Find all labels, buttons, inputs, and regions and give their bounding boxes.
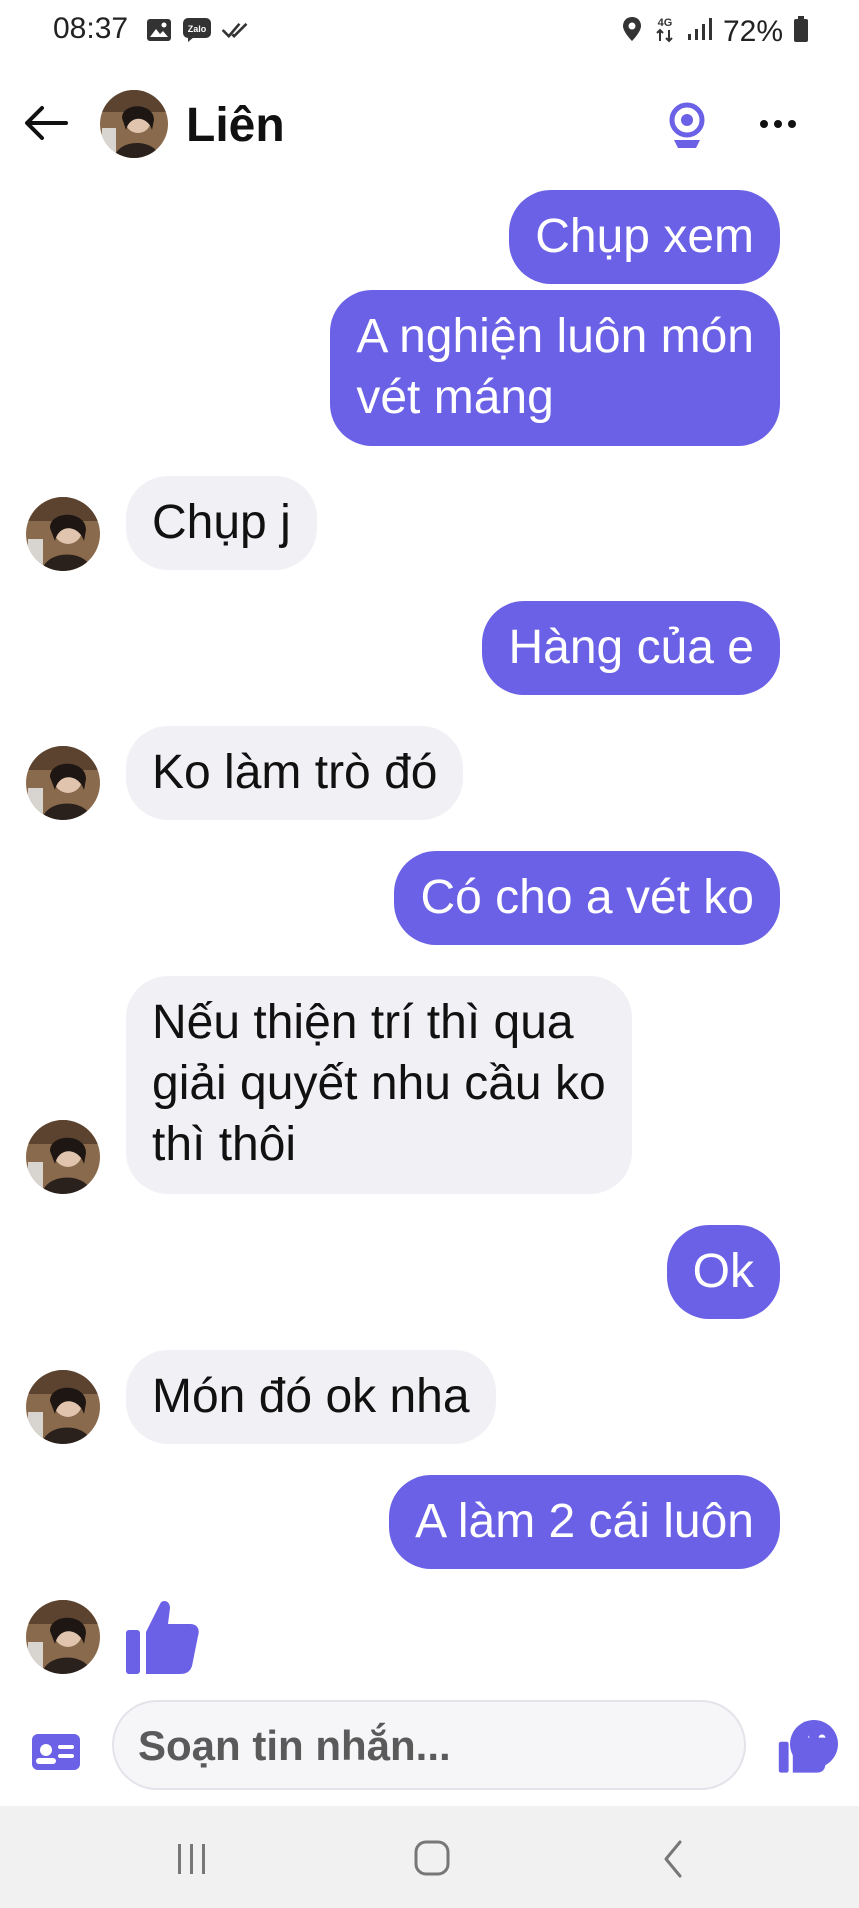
status-notification-icons: Zalo [144,16,250,44]
4g-icon: 4G [653,14,677,49]
message-text-line: thì thôi [152,1118,297,1171]
recent-apps-icon [178,1844,205,1874]
status-time: 08:37 [53,12,129,45]
sender-avatar[interactable] [26,746,100,820]
message-bubble-incoming[interactable]: Chụp j [126,476,317,570]
back-icon [664,1840,682,1878]
message-text: A làm 2 cái luôn [415,1495,754,1548]
sender-avatar[interactable] [26,1370,100,1444]
message-bubble-outgoing[interactable]: Ok [666,1225,780,1319]
message-composer [0,1700,859,1806]
svg-text:4G: 4G [658,17,673,29]
gallery-icon [144,16,174,44]
message-text: Ko làm trò đó [152,746,438,799]
video-call-button[interactable] [662,98,712,150]
message-bubble-incoming[interactable]: Nếu thiện trí thì qua giải quyết nhu cầu… [126,976,632,1194]
message-bubble-incoming[interactable]: Ko làm trò đó [126,726,464,820]
message-text-line: Nếu thiện trí thì qua [152,996,574,1049]
message-text: Chụp j [152,496,291,549]
contact-name[interactable]: Liên [186,98,285,153]
message-bubble-outgoing[interactable]: A nghiện luôn món vét máng [330,290,780,446]
contact-card-button[interactable] [30,1730,82,1774]
sender-avatar[interactable] [26,1600,100,1674]
message-bubble-outgoing[interactable]: Có cho a vét ko [394,851,780,945]
thumbs-up-icon[interactable] [124,1596,200,1676]
location-icon [621,15,643,48]
check-icon [220,16,250,44]
zalo-icon: Zalo [182,16,212,44]
message-text: Hàng của e [508,621,754,674]
battery-percentage: 72% [722,14,783,48]
chat-header: Liên [0,62,859,182]
message-text: Chụp xem [535,210,754,263]
message-text: Ok [692,1245,754,1298]
back-arrow-icon [25,106,68,140]
back-button[interactable] [22,99,70,147]
message-input-container[interactable] [112,1700,838,1790]
sender-avatar[interactable] [26,1120,100,1194]
message-bubble-outgoing[interactable]: A làm 2 cái luôn [389,1475,780,1569]
recent-apps-button[interactable] [162,1836,222,1882]
message-text: Món đó ok nha [152,1370,470,1423]
system-back-button[interactable] [644,1836,704,1882]
home-icon [414,1840,450,1876]
status-bar: 08:37 Zalo 4G 72% [0,0,859,62]
message-text-line: vét máng [356,371,554,424]
signal-icon [687,16,713,47]
message-bubble-outgoing[interactable]: Hàng của e [482,601,780,695]
video-call-icon [669,102,705,148]
message-input[interactable] [138,1718,638,1774]
message-text-line: A nghiện luôn món [356,310,754,363]
message-text: Có cho a vét ko [420,871,754,924]
more-options-button[interactable] [754,106,802,142]
home-button[interactable] [402,1836,462,1882]
svg-text:Zalo: Zalo [188,24,207,34]
send-like-button[interactable] [776,1718,832,1774]
more-dots-icon [760,120,796,128]
system-navigation-bar [0,1806,859,1908]
battery-icon [793,15,809,48]
thumbs-up-icon [778,1721,830,1773]
contact-avatar[interactable] [100,90,168,158]
message-text-line: giải quyết nhu cầu ko [152,1057,606,1110]
sender-avatar[interactable] [26,497,100,571]
status-system-icons: 4G 72% [621,14,809,49]
contact-card-icon [32,1734,80,1770]
message-bubble-outgoing[interactable]: Chụp xem [509,190,780,284]
message-bubble-incoming[interactable]: Món đó ok nha [126,1350,496,1444]
